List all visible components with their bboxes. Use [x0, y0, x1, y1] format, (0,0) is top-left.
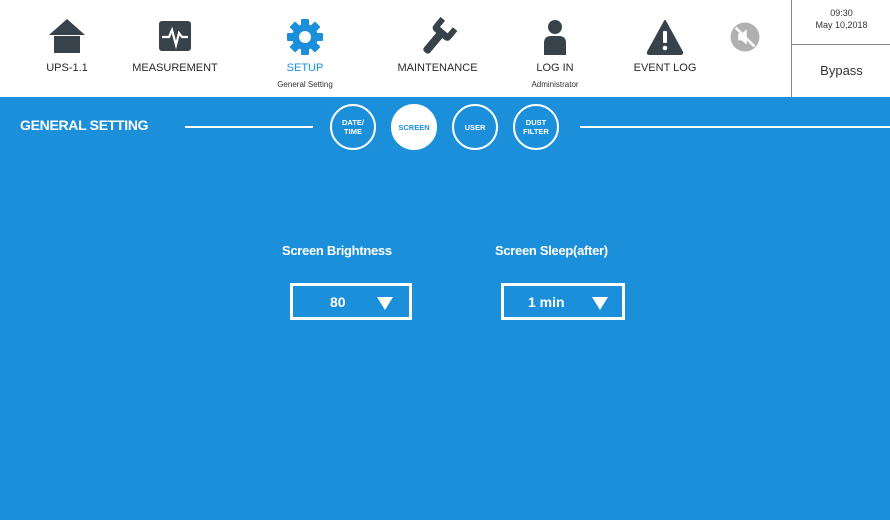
screen-brightness-label: Screen Brightness [282, 243, 392, 258]
top-navigation-bar: UPS-1.1 MEASUREMENT SETUP General Settin… [0, 0, 890, 97]
settings-panel: GENERAL SETTING DATE/ TIME SCREEN USER D… [0, 97, 890, 520]
nav-label-ups: UPS-1.1 [46, 62, 88, 74]
nav-label-event-log: EVENT LOG [633, 62, 697, 74]
gear-icon [287, 19, 323, 55]
nav-label-measurement: MEASUREMENT [132, 62, 218, 74]
title-line-left [185, 126, 313, 128]
chevron-down-icon [377, 297, 393, 310]
tab-date-time[interactable]: DATE/ TIME [330, 104, 376, 150]
screen-brightness-select[interactable]: 80 [290, 283, 412, 320]
nav-item-maintenance[interactable]: MAINTENANCE [385, 0, 490, 97]
nav-item-ups[interactable]: UPS-1.1 [22, 0, 112, 97]
clock-date: May 10,2018 [815, 20, 868, 30]
nav-label-setup: SETUP [286, 62, 324, 74]
status-panel: 09:30 May 10,2018 Bypass [791, 0, 890, 97]
operating-mode: Bypass [820, 63, 863, 78]
home-icon [49, 19, 85, 53]
wrench-icon [422, 17, 457, 54]
tab-screen[interactable]: SCREEN [391, 104, 437, 150]
pulse-monitor-icon [159, 21, 191, 51]
nav-sub-setup: General Setting [277, 80, 333, 89]
nav-label-login: LOG IN [536, 62, 574, 74]
screen-sleep-select[interactable]: 1 min [501, 283, 625, 320]
clock-time: 09:30 [830, 8, 853, 18]
nav-item-event-log[interactable]: EVENT LOG [620, 0, 710, 97]
nav-item-login[interactable]: LOG IN Administrator [510, 0, 600, 97]
section-title: GENERAL SETTING [20, 117, 149, 133]
screen-sleep-label: Screen Sleep(after) [495, 243, 608, 258]
mute-icon [730, 22, 760, 52]
tab-user[interactable]: USER [452, 104, 498, 150]
screen-brightness-value: 80 [330, 294, 346, 310]
user-icon [544, 20, 566, 55]
nav-sub-login: Administrator [531, 80, 579, 89]
nav-item-measurement[interactable]: MEASUREMENT [120, 0, 230, 97]
screen-sleep-value: 1 min [528, 294, 565, 310]
chevron-down-icon [592, 297, 608, 310]
nav-item-setup[interactable]: SETUP General Setting [255, 0, 355, 97]
status-divider [792, 44, 890, 45]
warning-icon [646, 20, 684, 55]
title-line-right [580, 126, 890, 128]
mute-button[interactable] [725, 0, 765, 97]
nav-label-maintenance: MAINTENANCE [397, 62, 478, 74]
tab-dust-filter[interactable]: DUST FILTER [513, 104, 559, 150]
